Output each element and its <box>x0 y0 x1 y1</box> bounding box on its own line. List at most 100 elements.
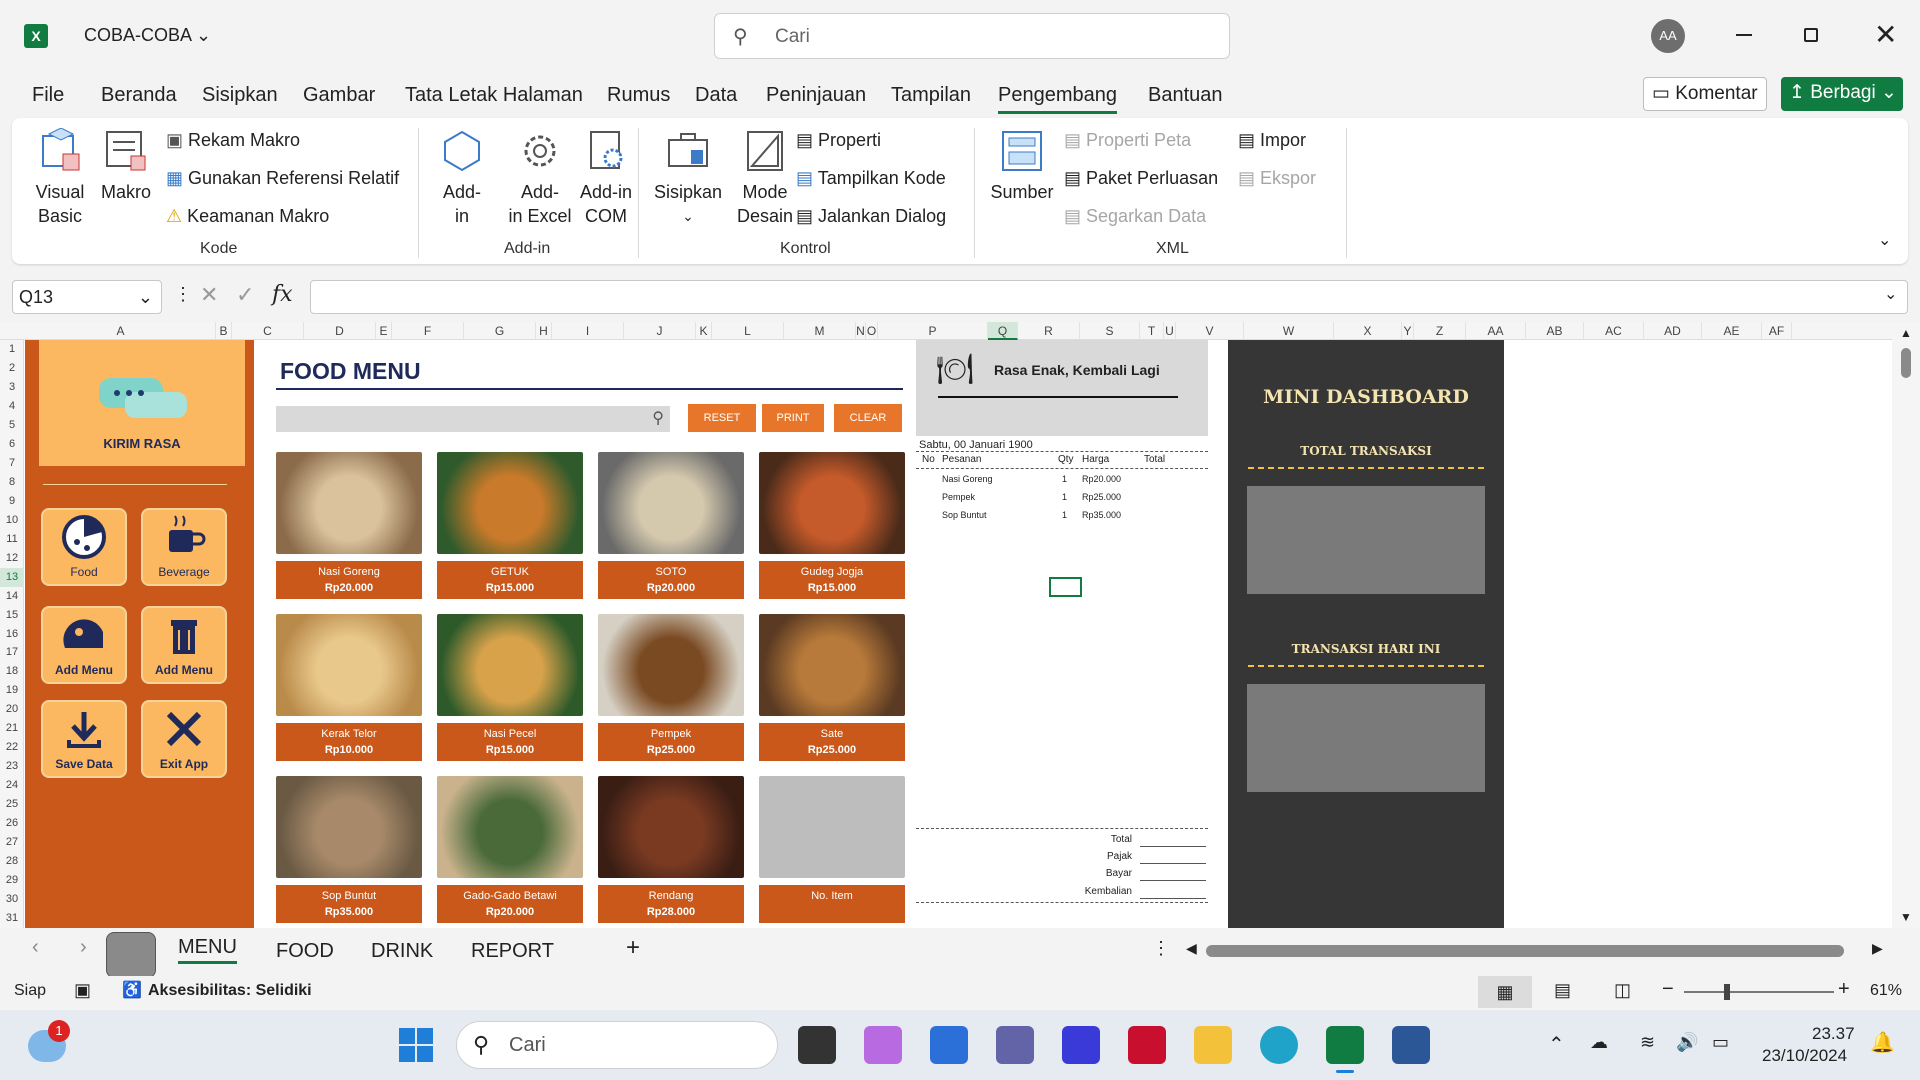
column-header[interactable]: E <box>376 322 392 340</box>
macro-status-icon[interactable]: ▣ <box>74 980 91 1001</box>
food-image[interactable] <box>437 776 583 878</box>
food-card[interactable]: SOTO Rp20.000 <box>598 452 744 599</box>
restore-button[interactable] <box>1804 28 1818 42</box>
page-break-view-icon[interactable]: ◫ <box>1614 980 1631 1001</box>
food-card[interactable]: Gado-Gado Betawi Rp20.000 <box>437 776 583 923</box>
row-header[interactable]: 27 <box>0 833 24 852</box>
tab-sheet-drink[interactable]: DRINK <box>371 940 433 963</box>
column-header[interactable]: Z <box>1414 322 1466 340</box>
row-header[interactable]: 9 <box>0 492 24 511</box>
zoom-slider[interactable] <box>1684 984 1834 1000</box>
impor-button[interactable]: ▤ Impor <box>1238 130 1306 151</box>
row-header[interactable]: 12 <box>0 549 24 568</box>
save-data-button[interactable]: Save Data <box>41 700 127 778</box>
tab-sisipkan[interactable]: Sisipkan <box>202 84 278 107</box>
avatar[interactable]: AA <box>1651 19 1685 53</box>
row-header[interactable]: 23 <box>0 757 24 776</box>
food-image[interactable] <box>598 452 744 554</box>
tab-beranda[interactable]: Beranda <box>101 84 177 107</box>
scroll-up-icon[interactable]: ▲ <box>1900 326 1912 340</box>
add-menu-food-button[interactable]: Add Menu <box>41 606 127 684</box>
copilot-app-icon[interactable] <box>864 1026 902 1064</box>
insert-function-icon[interactable]: fx <box>272 282 293 307</box>
tab-sheet-menu[interactable]: MENU <box>178 936 237 964</box>
column-header[interactable]: B <box>216 322 232 340</box>
column-header[interactable]: A <box>26 322 216 340</box>
clear-button[interactable]: CLEAR <box>834 404 902 432</box>
row-header[interactable]: 16 <box>0 625 24 644</box>
column-header[interactable]: AF <box>1762 322 1792 340</box>
scroll-down-icon[interactable]: ▼ <box>1900 910 1912 924</box>
store-icon[interactable] <box>930 1026 968 1064</box>
app-icon[interactable] <box>1062 1026 1100 1064</box>
worksheet[interactable]: A B C D E F G H I J K L M N O P Q R S T U V W X Y Z AA AB AC AD AE AF 1… <box>0 322 1920 928</box>
row-header[interactable]: 28 <box>0 852 24 871</box>
keamanan-makro-button[interactable]: ⚠ Keamanan Makro <box>166 206 329 227</box>
print-button[interactable]: PRINT <box>762 404 824 432</box>
exit-app-button[interactable]: Exit App <box>141 700 227 778</box>
add-menu-drink-button[interactable]: Add Menu <box>141 606 227 684</box>
food-image[interactable] <box>276 776 422 878</box>
formula-input[interactable] <box>310 280 1908 314</box>
accessibility-status[interactable]: Aksesibilitas: Selidiki <box>148 982 312 1000</box>
food-card[interactable]: Kerak Telor Rp10.000 <box>276 614 422 761</box>
column-header[interactable]: P <box>878 322 988 340</box>
word-icon[interactable] <box>1392 1026 1430 1064</box>
food-card[interactable]: Sate Rp25.000 <box>759 614 905 761</box>
excel-addin-button[interactable]: Add- in Excel <box>502 128 578 228</box>
food-image[interactable] <box>437 452 583 554</box>
wifi-icon[interactable]: ≋ <box>1640 1032 1655 1053</box>
name-box[interactable]: Q13 ⌄ <box>12 280 162 314</box>
column-header[interactable]: S <box>1080 322 1140 340</box>
column-header[interactable]: G <box>464 322 536 340</box>
tab-sheet-report[interactable]: REPORT <box>471 940 554 963</box>
tampilkan-kode-button[interactable]: ▤ Tampilkan Kode <box>796 168 946 189</box>
add-sheet-icon[interactable]: + <box>626 934 640 962</box>
food-card[interactable]: Gudeg Jogja Rp15.000 <box>759 452 905 599</box>
row-header[interactable]: 6 <box>0 435 24 454</box>
column-header[interactable]: H <box>536 322 552 340</box>
column-header[interactable]: O <box>866 322 878 340</box>
food-card[interactable]: Nasi Goreng Rp20.000 <box>276 452 422 599</box>
teams-icon[interactable] <box>996 1026 1034 1064</box>
row-header[interactable]: 21 <box>0 719 24 738</box>
column-header[interactable]: J <box>624 322 696 340</box>
column-header[interactable]: M <box>784 322 856 340</box>
addin-button[interactable]: Add- in <box>436 128 488 228</box>
clock-time[interactable]: 23.37 <box>1812 1024 1855 1044</box>
row-header[interactable]: 24 <box>0 776 24 795</box>
share-button[interactable]: ↥ Berbagi ⌄ <box>1781 77 1903 111</box>
mode-desain-button[interactable]: Mode Desain <box>732 128 798 228</box>
mcafee-icon[interactable] <box>1128 1026 1166 1064</box>
edge-icon[interactable] <box>1260 1026 1298 1064</box>
paket-perluasan-button[interactable]: ▤ Paket Perluasan <box>1064 168 1218 189</box>
file-explorer-icon[interactable] <box>1194 1026 1232 1064</box>
column-header[interactable]: W <box>1244 322 1334 340</box>
normal-view-button[interactable]: ▦ <box>1478 976 1532 1008</box>
row-header[interactable]: 26 <box>0 814 24 833</box>
com-addin-button[interactable]: Add-in COM <box>576 128 636 228</box>
tab-sheet-food[interactable]: FOOD <box>276 940 334 963</box>
food-card[interactable]: Pempek Rp25.000 <box>598 614 744 761</box>
tab-data[interactable]: Data <box>695 84 737 107</box>
column-header[interactable]: AC <box>1584 322 1644 340</box>
referensi-relatif-button[interactable]: ▦ Gunakan Referensi Relatif <box>166 168 399 189</box>
jalankan-dialog-button[interactable]: ▤ Jalankan Dialog <box>796 206 946 227</box>
row-header[interactable]: 8 <box>0 473 24 492</box>
excel-taskbar-icon[interactable] <box>1326 1026 1364 1064</box>
food-image[interactable] <box>759 614 905 716</box>
rekam-makro-button[interactable]: ▣ Rekam Makro <box>166 130 300 151</box>
column-header[interactable]: U <box>1164 322 1176 340</box>
chevron-up-icon[interactable]: ⌃ <box>1548 1032 1565 1057</box>
page-layout-view-icon[interactable]: ▤ <box>1554 980 1571 1001</box>
row-header[interactable]: 25 <box>0 795 24 814</box>
row-header[interactable]: 31 <box>0 909 24 928</box>
volume-icon[interactable]: 🔊 <box>1676 1032 1698 1053</box>
file-name[interactable]: COBA-COBA ⌄ <box>84 25 211 46</box>
vertical-scrollbar[interactable]: ▲ ▼ <box>1892 322 1920 928</box>
zoom-out-icon[interactable]: − <box>1662 978 1674 1001</box>
sumber-button[interactable]: Sumber <box>988 128 1056 204</box>
row-header[interactable]: 1 <box>0 340 24 359</box>
row-header[interactable]: 11 <box>0 530 24 549</box>
selected-cell[interactable] <box>1049 577 1082 597</box>
